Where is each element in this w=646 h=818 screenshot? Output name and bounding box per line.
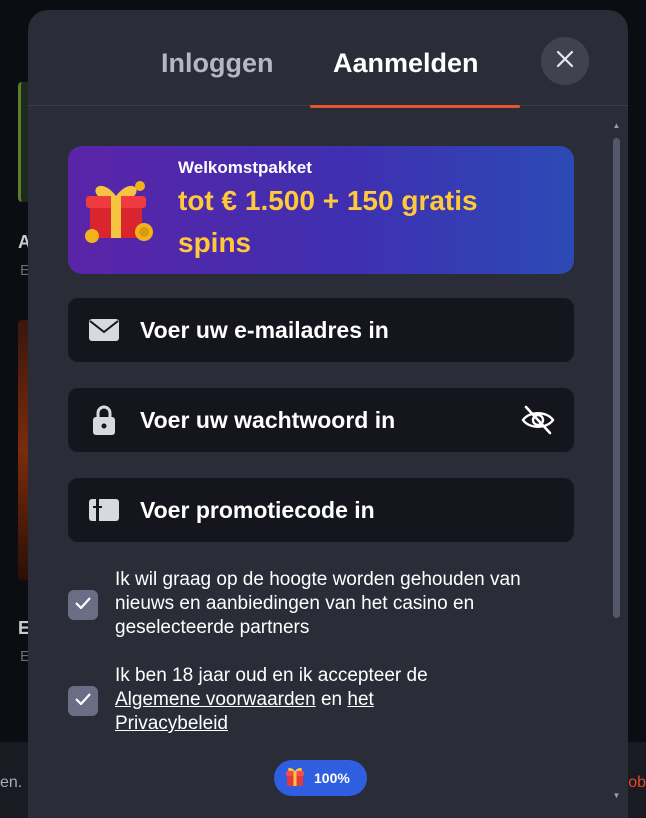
lock-icon (88, 405, 120, 435)
gift-icon (284, 765, 306, 792)
scroll-down-arrow[interactable]: ▼ (612, 792, 621, 800)
bonus-progress-value: 100% (314, 770, 350, 786)
consent-marketing: Ik wil graag op de hoogte worden gehoude… (68, 568, 568, 644)
marketing-checkbox[interactable] (68, 590, 98, 620)
check-icon (75, 692, 91, 710)
eye-off-icon[interactable] (520, 402, 556, 438)
gift-icon (82, 174, 158, 251)
background-bottom-text: en. . (0, 774, 32, 791)
background-bottom-link: ob (628, 774, 646, 791)
password-field[interactable] (68, 388, 574, 452)
terms-link[interactable]: Algemene voorwaarden (115, 689, 316, 710)
email-input[interactable] (140, 298, 500, 362)
promo-card-icon (88, 496, 120, 524)
auth-tabs: Inloggen Aanmelden (28, 10, 628, 108)
active-tab-indicator (310, 105, 520, 108)
close-icon (556, 50, 574, 73)
terms-checkbox[interactable] (68, 686, 98, 716)
check-icon (75, 596, 91, 614)
bonus-progress-badge[interactable]: 100% (274, 760, 367, 796)
marketing-consent-text: Ik wil graag op de hoogte worden gehoude… (115, 569, 521, 638)
privacy-link[interactable]: Privacybeleid (115, 713, 228, 734)
terms-connector: en (320, 689, 343, 710)
close-button[interactable] (541, 37, 589, 85)
terms-consent-text: Ik ben 18 jaar oud en ik accepteer de Al… (115, 664, 565, 736)
tab-login[interactable]: Inloggen (161, 48, 273, 79)
scroll-up-arrow[interactable]: ▲ (612, 122, 621, 130)
consent-terms: Ik ben 18 jaar oud en ik accepteer de Al… (68, 664, 568, 740)
signup-modal: Inloggen Aanmelden ▲ ▼ Welkomstpakket to… (28, 10, 628, 818)
privacy-link-part[interactable]: het (347, 689, 373, 710)
promo-code-field[interactable] (68, 478, 574, 542)
banner-kicker: Welkomstpakket (178, 158, 312, 177)
scroll-thumb[interactable] (613, 138, 620, 618)
promo-code-input[interactable] (140, 478, 500, 542)
email-field[interactable] (68, 298, 574, 362)
tab-signup[interactable]: Aanmelden (333, 48, 479, 79)
banner-headline: tot € 1.500 + 150 gratis spins (178, 185, 478, 258)
mail-icon (88, 316, 120, 344)
terms-prefix: Ik ben 18 jaar oud en ik accepteer de (115, 665, 428, 686)
password-input[interactable] (140, 388, 500, 452)
welcome-bonus-banner: Welkomstpakket tot € 1.500 + 150 gratis … (68, 146, 574, 274)
modal-scrollbar[interactable]: ▲ ▼ (612, 122, 621, 818)
